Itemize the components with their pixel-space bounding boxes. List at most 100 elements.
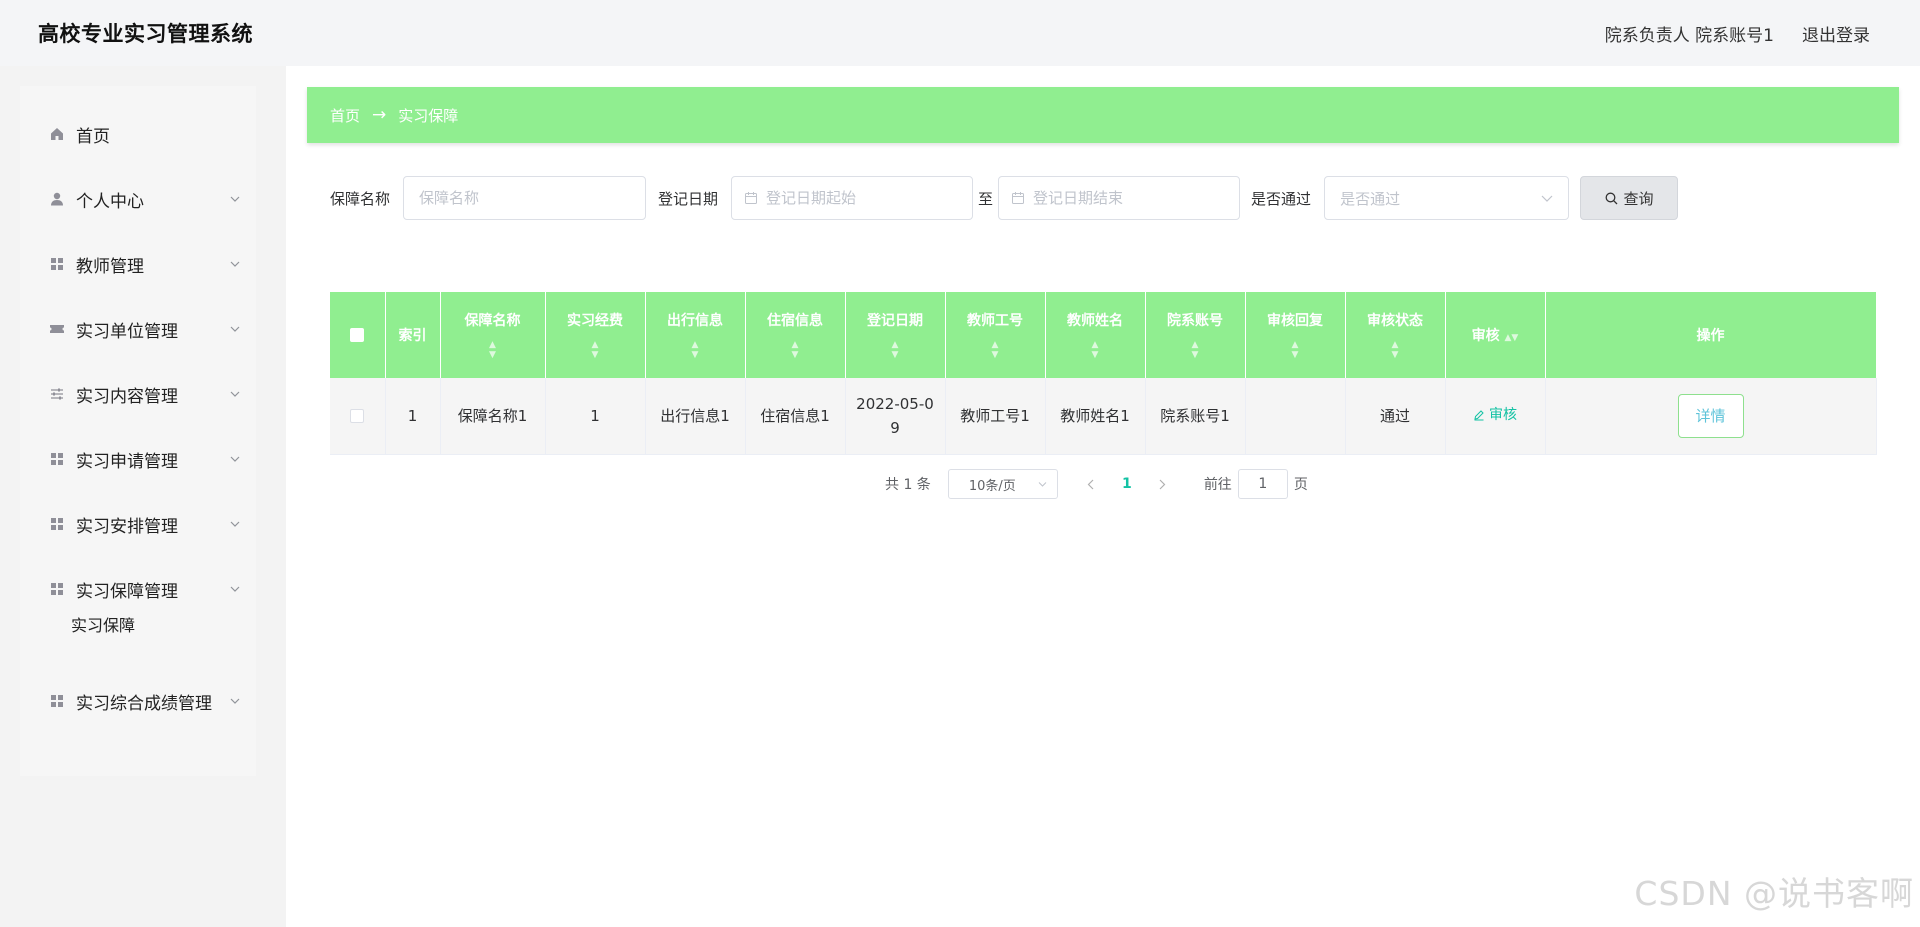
user-icon: [48, 190, 66, 208]
cell-status: 通过: [1345, 378, 1446, 455]
grid-icon: [48, 450, 66, 468]
logout-link[interactable]: 退出登录: [1802, 21, 1870, 46]
sort-icon[interactable]: ▲▼: [1250, 340, 1341, 360]
audit-link[interactable]: 审核: [1473, 403, 1517, 427]
cell-name: 保障名称1: [440, 378, 546, 455]
sidebar-item-label: 实习综合成绩管理: [76, 693, 212, 714]
col-date[interactable]: 登记日期 ▲ ▼: [845, 292, 946, 378]
date-end-wrapper: [998, 176, 1241, 220]
table-header-row: 索引 保障名称 ▲ ▼ 实习经费 ▲ ▼ 出行信息 ▲ ▼ 住宿信息 ▲ ▼ 登记日期 ▲ ▼ 教师…: [330, 292, 1877, 378]
col-funds[interactable]: 实习经费 ▲ ▼: [545, 292, 646, 378]
row-select-cell: [330, 378, 386, 455]
cell-index: 1: [385, 378, 441, 455]
sidebar-subitem-label: 实习保障: [71, 616, 136, 635]
date-end-input[interactable]: [1033, 189, 1225, 207]
select-all-cell: [330, 292, 386, 378]
watermark: CSDN @说书客啊: [1634, 874, 1914, 913]
page-unit-label: 页: [1293, 477, 1308, 493]
sort-icon[interactable]: ▲▼: [750, 340, 841, 360]
sidebar-item-internship-application-management[interactable]: 实习申请管理: [20, 439, 256, 479]
chevron-down-icon: [228, 694, 242, 708]
cell-lodging: 住宿信息1: [745, 378, 846, 455]
sort-icon[interactable]: ▲▼: [1505, 333, 1519, 343]
sidebar-item-label: 实习单位管理: [76, 321, 178, 342]
goto-label: 前往: [1203, 477, 1232, 493]
sidebar-item-label: 首页: [76, 126, 110, 147]
sidebar-item-internship-content-management[interactable]: 实习内容管理: [20, 374, 256, 414]
top-bar: 高校专业实习管理系统 院系负责人 院系账号1 退出登录: [0, 0, 1920, 66]
date-start-wrapper: [731, 176, 974, 220]
next-page-button[interactable]: [1148, 479, 1178, 490]
cell-actions: 详情: [1545, 378, 1877, 455]
search-form: 保障名称 登记日期 至 是否通过 是否通过 查询: [330, 176, 1679, 220]
sidebar-item-personal-center[interactable]: 个人中心: [20, 179, 256, 219]
goto-page-input[interactable]: [1237, 469, 1288, 499]
cell-dept-account: 院系账号1: [1145, 378, 1246, 455]
cell-audit: 审核: [1445, 378, 1546, 455]
sidebar-item-label: 实习内容管理: [76, 386, 178, 407]
select-all-checkbox[interactable]: [350, 328, 365, 342]
sort-icon[interactable]: ▲▼: [1350, 340, 1441, 360]
col-index: 索引: [385, 292, 441, 378]
col-audit[interactable]: 审核 ▲▼: [1445, 292, 1546, 378]
col-teacher-name[interactable]: 教师姓名 ▲ ▼: [1045, 292, 1146, 378]
sort-icon[interactable]: ▲▼: [950, 340, 1041, 360]
col-reply[interactable]: 审核回复 ▲ ▼: [1245, 292, 1346, 378]
sidebar-item-teacher-management[interactable]: 教师管理: [20, 244, 256, 284]
sort-icon[interactable]: ▲▼: [650, 340, 741, 360]
user-area: 院系负责人 院系账号1 退出登录: [1605, 21, 1870, 46]
col-lodging[interactable]: 住宿信息 ▲ ▼: [745, 292, 846, 378]
prev-page-button[interactable]: [1076, 479, 1106, 490]
sort-icon[interactable]: ▲▼: [1150, 340, 1241, 360]
search-button-label: 查询: [1623, 189, 1654, 208]
name-input[interactable]: [419, 189, 631, 207]
pass-select-placeholder: 是否通过: [1340, 189, 1401, 208]
chevron-down-icon: [228, 582, 242, 596]
sidebar-item-home[interactable]: 首页: [20, 114, 256, 154]
calendar-icon: [745, 192, 758, 204]
sort-icon[interactable]: ▲▼: [1050, 340, 1141, 360]
sidebar-menu: 首页 个人中心 教师管理 实习单位管理 实习内容管理 实习申请管理 实习安排管理…: [20, 86, 256, 776]
date-start-input[interactable]: [766, 189, 958, 207]
chevron-down-icon: [228, 387, 242, 401]
sidebar-item-internship-unit-management[interactable]: 实习单位管理: [20, 309, 256, 349]
pass-select[interactable]: 是否通过: [1324, 176, 1570, 220]
breadcrumb: 首页 → 实习保障: [307, 87, 1899, 143]
sort-icon[interactable]: ▲▼: [550, 340, 641, 360]
col-name[interactable]: 保障名称 ▲ ▼: [440, 292, 546, 378]
sidebar-item-internship-score-management[interactable]: 实习综合成绩管理: [20, 681, 256, 721]
sidebar-item-internship-arrangement-management[interactable]: 实习安排管理: [20, 504, 256, 544]
sidebar-subitem-internship-guarantee[interactable]: 实习保障: [71, 606, 135, 642]
page-size-select[interactable]: 10条/页: [947, 469, 1058, 499]
breadcrumb-home[interactable]: 首页: [330, 105, 360, 126]
sidebar-item-label: 实习申请管理: [76, 451, 178, 472]
cell-date: 2022-05-09: [845, 378, 946, 455]
ticket-icon: [48, 320, 66, 338]
data-table: 索引 保障名称 ▲ ▼ 实习经费 ▲ ▼ 出行信息 ▲ ▼ 住宿信息 ▲ ▼ 登记日期 ▲ ▼ 教师…: [330, 292, 1877, 455]
col-travel[interactable]: 出行信息 ▲ ▼: [645, 292, 746, 378]
col-teacher-id[interactable]: 教师工号 ▲ ▼: [945, 292, 1046, 378]
detail-button[interactable]: 详情: [1677, 393, 1744, 438]
name-input-wrapper: [403, 176, 647, 220]
chevron-down-icon: [1038, 481, 1047, 487]
edit-icon: [1474, 410, 1484, 421]
row-checkbox[interactable]: [350, 409, 365, 424]
chevron-down-icon: [1541, 195, 1553, 202]
date-label: 登记日期: [658, 189, 719, 208]
page-number-current[interactable]: 1: [1112, 476, 1142, 492]
cell-teacher-name: 教师姓名1: [1045, 378, 1146, 455]
user-info: 院系负责人 院系账号1: [1604, 25, 1774, 46]
col-status[interactable]: 审核状态 ▲ ▼: [1345, 292, 1446, 378]
pass-label: 是否通过: [1251, 189, 1312, 208]
breadcrumb-separator: →: [372, 105, 387, 125]
cell-travel: 出行信息1: [645, 378, 746, 455]
sort-icon[interactable]: ▲▼: [850, 340, 941, 360]
home-icon: [48, 125, 66, 143]
sidebar-item-internship-guarantee-management[interactable]: 实习保障管理: [20, 569, 256, 609]
chevron-down-icon: [228, 257, 242, 271]
sort-icon[interactable]: ▲▼: [445, 340, 541, 360]
col-dept-account[interactable]: 院系账号 ▲ ▼: [1145, 292, 1246, 378]
search-button[interactable]: 查询: [1580, 176, 1679, 220]
cell-reply: [1245, 378, 1346, 455]
sidebar-item-label: 教师管理: [76, 256, 144, 277]
